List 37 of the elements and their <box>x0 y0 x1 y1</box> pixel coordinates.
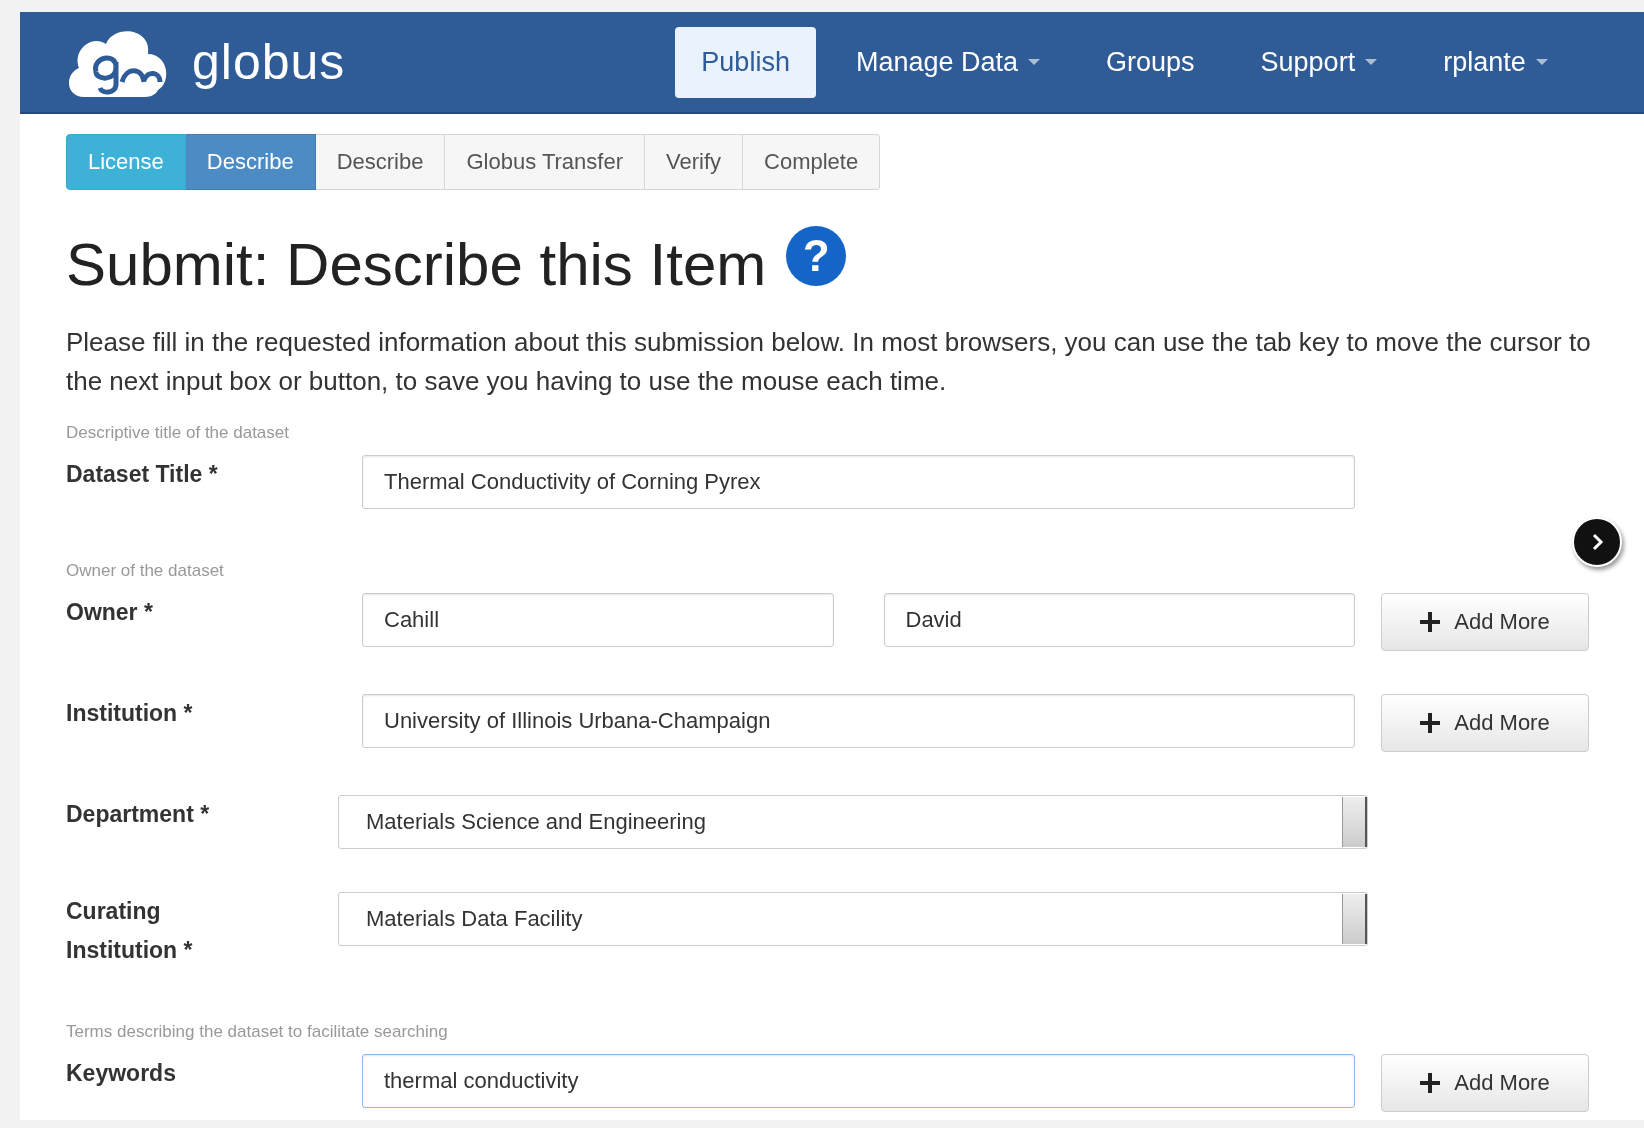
nav-item[interactable]: Manage Data <box>829 26 1066 98</box>
nav-item[interactable]: Publish <box>675 26 816 98</box>
add-more-button[interactable]: Add More <box>1381 593 1589 651</box>
field-hint: Descriptive title of the dataset <box>66 423 290 443</box>
input-field[interactable]: Cahill <box>362 593 834 647</box>
step-tab[interactable]: Globus Transfer <box>445 134 645 190</box>
dropdown-field[interactable]: Materials Science and Engineering <box>338 795 1368 849</box>
field-label: Institution * <box>66 699 194 728</box>
step-tab[interactable]: Complete <box>743 134 881 190</box>
field-label: Owner * <box>66 598 154 627</box>
field-label: Department * <box>66 800 211 829</box>
plus-icon <box>1420 1073 1441 1093</box>
add-more-button[interactable]: Add More <box>1381 694 1589 752</box>
add-more-button[interactable]: Add More <box>1381 1054 1589 1112</box>
step-tab[interactable]: Verify <box>645 134 743 190</box>
intro-text: Please fill in the requested information about this submission below. In most browsers, you can use the tab key to move the cursor to the next input box or button, to save you having to use the mouse each time. <box>66 326 1592 398</box>
input-field[interactable]: thermal conductivity <box>362 1054 1355 1108</box>
field-label: Dataset Title * <box>66 460 219 489</box>
input-field[interactable]: University of Illinois Urbana-Champaign <box>362 694 1355 748</box>
page-title: Submit: Describe this Item <box>66 230 767 299</box>
field-hint: Terms describing the dataset to facilitate searching <box>66 1022 449 1042</box>
help-button[interactable]: ? <box>786 225 847 286</box>
brand-name: globus <box>192 33 346 91</box>
field-hint: Owner of the dataset <box>66 561 225 581</box>
plus-icon <box>1420 612 1441 632</box>
plus-icon <box>1420 713 1441 733</box>
field-label: Curating Institution * <box>66 897 194 965</box>
nav-item[interactable]: Groups <box>1080 26 1221 98</box>
input-field[interactable]: Thermal Conductivity of Corning Pyrex <box>362 455 1355 509</box>
nav-item[interactable]: Support <box>1234 26 1404 98</box>
step-tab[interactable]: Describe <box>185 134 316 190</box>
field-label: Keywords <box>66 1059 177 1088</box>
next-arrow-button[interactable] <box>1572 517 1622 567</box>
step-tab[interactable]: Describe <box>315 134 446 190</box>
dropdown-field[interactable]: Materials Data Facility <box>338 892 1368 946</box>
input-field[interactable]: David <box>883 593 1355 647</box>
nav-item[interactable]: rplante <box>1417 26 1574 98</box>
